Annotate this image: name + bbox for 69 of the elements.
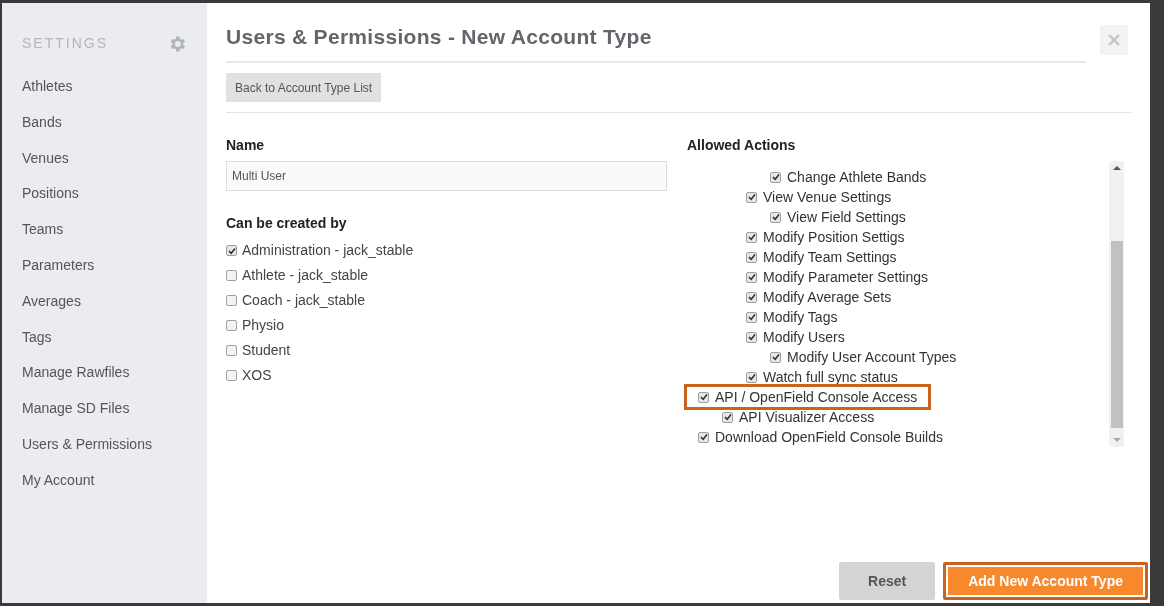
checkbox[interactable] [226, 295, 237, 306]
check-icon [771, 213, 780, 221]
checkbox[interactable] [698, 431, 709, 443]
sidebar-item[interactable]: Positions [22, 183, 187, 220]
check-icon [723, 413, 732, 421]
check-icon [747, 373, 756, 381]
checkbox[interactable] [746, 371, 757, 383]
permission-row[interactable]: Modify Users [746, 327, 845, 347]
checkbox[interactable] [746, 291, 757, 303]
close-icon [1107, 33, 1121, 47]
reset-button[interactable]: Reset [839, 562, 936, 600]
sidebar-item[interactable]: Teams [22, 219, 187, 255]
checkbox[interactable] [746, 331, 757, 343]
permission-row[interactable]: Modify Tags [746, 307, 838, 327]
checkbox[interactable] [226, 345, 237, 356]
checkbox[interactable] [746, 231, 757, 243]
option-label: XOS [242, 366, 272, 385]
name-input-field[interactable]: Multi User [226, 161, 667, 191]
permission-label: Modify Tags [763, 307, 838, 327]
checkbox[interactable] [698, 391, 709, 403]
sidebar-item[interactable]: Manage Rawfiles [22, 362, 187, 399]
checkbox[interactable] [226, 270, 237, 281]
checkbox[interactable] [746, 251, 757, 263]
checkbox[interactable] [746, 311, 757, 323]
permission-label: API / OpenField Console Access [715, 387, 918, 407]
check-icon [747, 273, 756, 281]
permission-label: Modify Users [763, 327, 845, 347]
checkbox[interactable] [746, 271, 757, 283]
check-icon [699, 433, 708, 441]
option-label: Student [242, 341, 291, 360]
check-icon [771, 173, 780, 181]
sidebar-item[interactable]: Athletes [22, 76, 187, 112]
section-label: Can be created by [226, 214, 348, 233]
option-label: Administration - jack_stable [242, 241, 414, 260]
sidebar-item[interactable]: Parameters [22, 255, 187, 291]
check-icon [747, 333, 756, 341]
sidebar-item[interactable]: Manage SD Files [22, 398, 187, 434]
check-icon [747, 253, 756, 261]
check-icon [747, 193, 756, 201]
field-label: Name [226, 136, 266, 155]
sidebar-item[interactable]: Bands [22, 111, 187, 148]
check-icon [747, 313, 756, 321]
section-label: Allowed Actions [687, 136, 797, 155]
dialog-title: Users & Permissions - New Account Type [226, 24, 652, 50]
option-label: Physio [242, 316, 285, 335]
check-icon [747, 293, 756, 301]
sidebar-item[interactable]: Venues [22, 147, 187, 184]
checkbox[interactable] [722, 411, 733, 423]
option-label: Athlete - jack_stable [242, 266, 369, 285]
back-button[interactable]: Back to Account Type List [226, 73, 382, 102]
checkbox[interactable] [770, 171, 781, 183]
sidebar-item[interactable]: Tags [22, 326, 187, 363]
permission-row[interactable]: API / OpenField Console Access [687, 387, 929, 407]
sidebar-item[interactable]: Users & Permissions [22, 433, 187, 470]
option-label: Coach - jack_stable [242, 291, 365, 310]
sidebar-item[interactable]: My Account [22, 469, 187, 506]
checkbox[interactable] [226, 320, 237, 331]
check-icon [771, 353, 780, 361]
scrollbar[interactable] [1109, 161, 1124, 447]
checkbox[interactable] [746, 191, 757, 203]
checkbox[interactable] [226, 370, 237, 381]
checkbox[interactable] [226, 245, 237, 256]
checkbox[interactable] [770, 351, 781, 363]
scrollbar-thumb[interactable] [1110, 241, 1123, 428]
check-icon [699, 393, 708, 401]
checkbox[interactable] [770, 211, 781, 223]
sidebar-item[interactable]: Averages [22, 290, 187, 327]
check-icon [747, 233, 756, 241]
check-icon [227, 246, 236, 255]
